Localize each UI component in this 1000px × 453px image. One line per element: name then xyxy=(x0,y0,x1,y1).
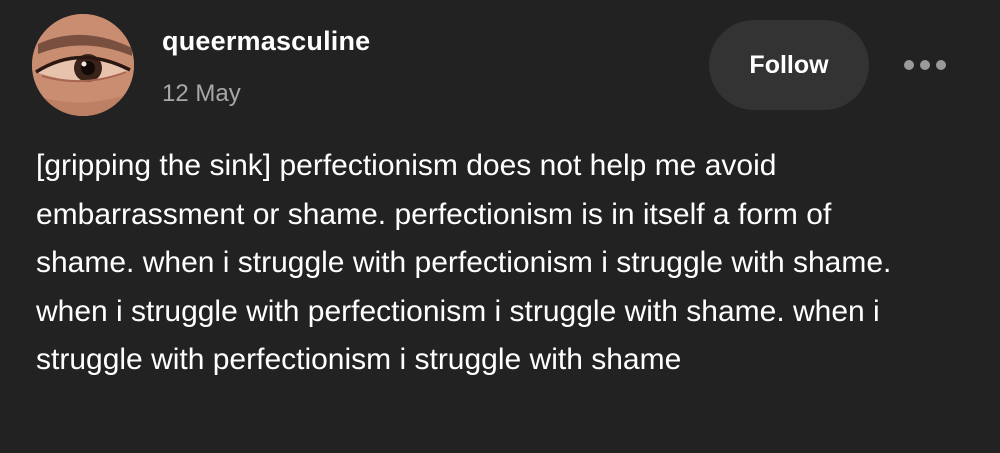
follow-button[interactable]: Follow xyxy=(709,20,869,110)
avatar[interactable] xyxy=(32,14,134,116)
more-dot xyxy=(904,60,914,70)
more-dot xyxy=(936,60,946,70)
post-body-text: [gripping the sink] perfectionism does n… xyxy=(36,149,892,376)
more-dot xyxy=(920,60,930,70)
post-card: queermasculine 12 May Follow [gripping t… xyxy=(0,0,1000,453)
post-date: 12 May xyxy=(162,80,241,107)
username[interactable]: queermasculine xyxy=(162,26,370,57)
more-options-icon[interactable] xyxy=(898,50,952,80)
avatar-image xyxy=(32,14,134,116)
